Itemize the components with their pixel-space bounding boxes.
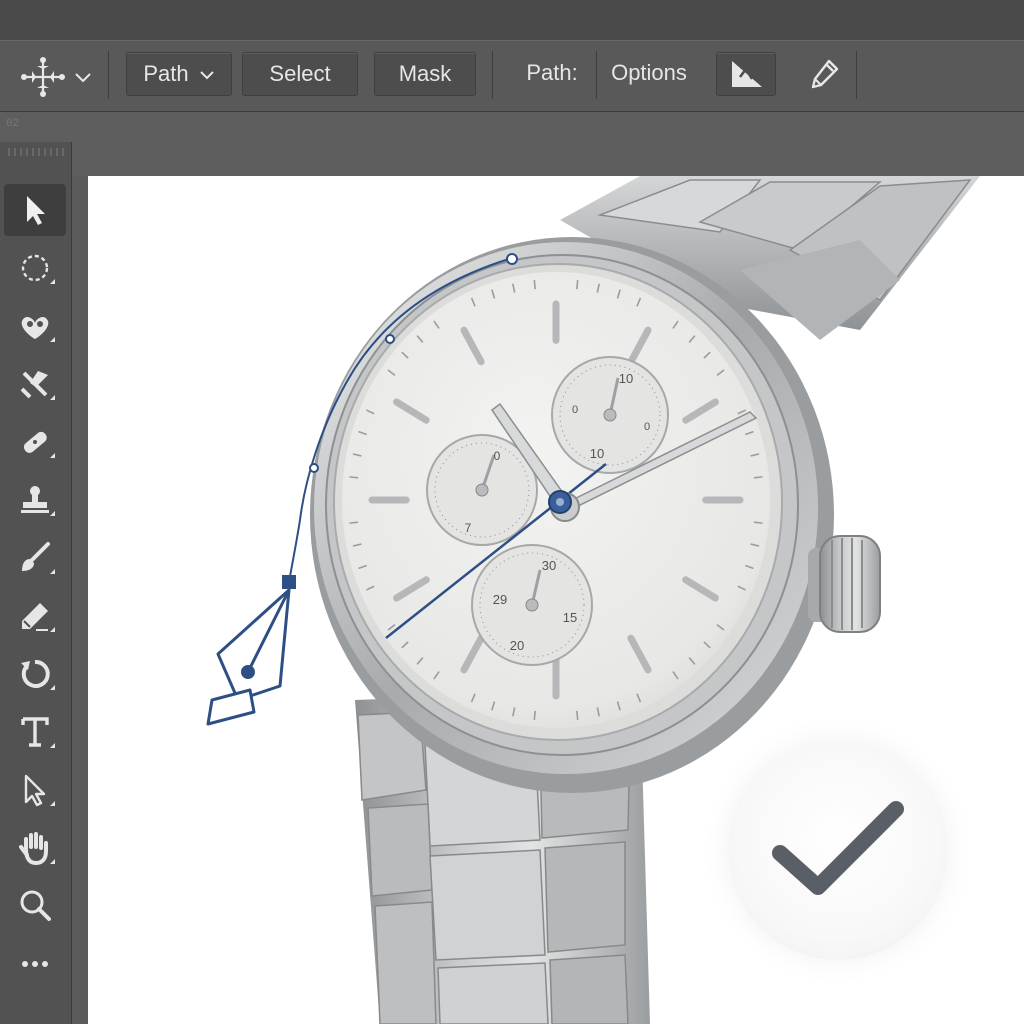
- title-bar: [0, 0, 1024, 40]
- anchor-point[interactable]: [385, 334, 395, 344]
- tools-panel: [0, 142, 72, 1024]
- mask-button-label: Mask: [398, 61, 452, 86]
- tool-brush[interactable]: [4, 532, 66, 584]
- tool-elliptical-marquee[interactable]: [4, 242, 66, 294]
- document-tab-strip: 02: [0, 112, 1024, 176]
- divider: [596, 51, 597, 99]
- divider: [856, 51, 857, 99]
- chevron-down-icon: [199, 53, 215, 95]
- checkmark-icon: [772, 801, 904, 895]
- options-label-text: Options: [611, 60, 687, 85]
- document-tab-label[interactable]: 02: [6, 118, 19, 130]
- hand-icon: [19, 832, 48, 866]
- divider: [108, 51, 109, 99]
- history-rotate-icon: [21, 659, 50, 688]
- select-button-label: Select: [269, 61, 331, 86]
- brush-icon: [22, 542, 50, 571]
- selection-arrow-icon: [27, 196, 45, 225]
- tool-hand[interactable]: [4, 822, 66, 874]
- crop-slice-icon: [20, 371, 48, 399]
- type-icon: [21, 717, 49, 747]
- tool-healing-brush[interactable]: [4, 416, 66, 468]
- tool-quick-selection[interactable]: [4, 300, 66, 352]
- eyedropper-icon[interactable]: [796, 52, 852, 96]
- confirm-checkmark-button[interactable]: [728, 740, 948, 960]
- healing-brush-icon: [23, 431, 47, 453]
- stamp-icon: [21, 486, 49, 513]
- tool-type[interactable]: [4, 706, 66, 758]
- options-label[interactable]: Options: [600, 52, 698, 96]
- path-mode-label: Path: [143, 61, 189, 86]
- elliptical-marquee-icon: [21, 254, 49, 282]
- tool-history-rotate[interactable]: [4, 648, 66, 700]
- quick-selection-icon: [21, 317, 49, 339]
- canvas-gutter: [72, 176, 88, 1024]
- path-mode-dropdown[interactable]: Path: [126, 52, 232, 96]
- path-label-text: Path:: [526, 60, 578, 85]
- options-bar: Path Select Mask Path: Options: [0, 40, 1024, 112]
- select-button[interactable]: Select: [242, 52, 358, 96]
- pen-eraser-icon: [22, 603, 48, 631]
- path-operations-icon[interactable]: [716, 52, 776, 96]
- anchor-point[interactable]: [309, 463, 319, 473]
- tool-selection-arrow[interactable]: [4, 184, 66, 236]
- tool-pen-eraser[interactable]: [4, 590, 66, 642]
- divider: [492, 51, 493, 99]
- move-arrows-icon[interactable]: [18, 57, 98, 97]
- direct-selection-icon: [24, 774, 46, 807]
- zoom-icon: [20, 890, 51, 921]
- mask-button[interactable]: Mask: [374, 52, 476, 96]
- selected-anchor-point[interactable]: [282, 575, 296, 589]
- path-operations-label: Path:: [510, 52, 594, 96]
- tool-stamp[interactable]: [4, 474, 66, 526]
- anchor-point[interactable]: [506, 253, 518, 265]
- tool-zoom[interactable]: [4, 880, 66, 932]
- more-tools-icon: [22, 961, 48, 967]
- tool-direct-selection[interactable]: [4, 764, 66, 816]
- panel-grip[interactable]: [8, 148, 64, 156]
- tool-more[interactable]: [4, 938, 66, 990]
- tool-crop-slice[interactable]: [4, 358, 66, 410]
